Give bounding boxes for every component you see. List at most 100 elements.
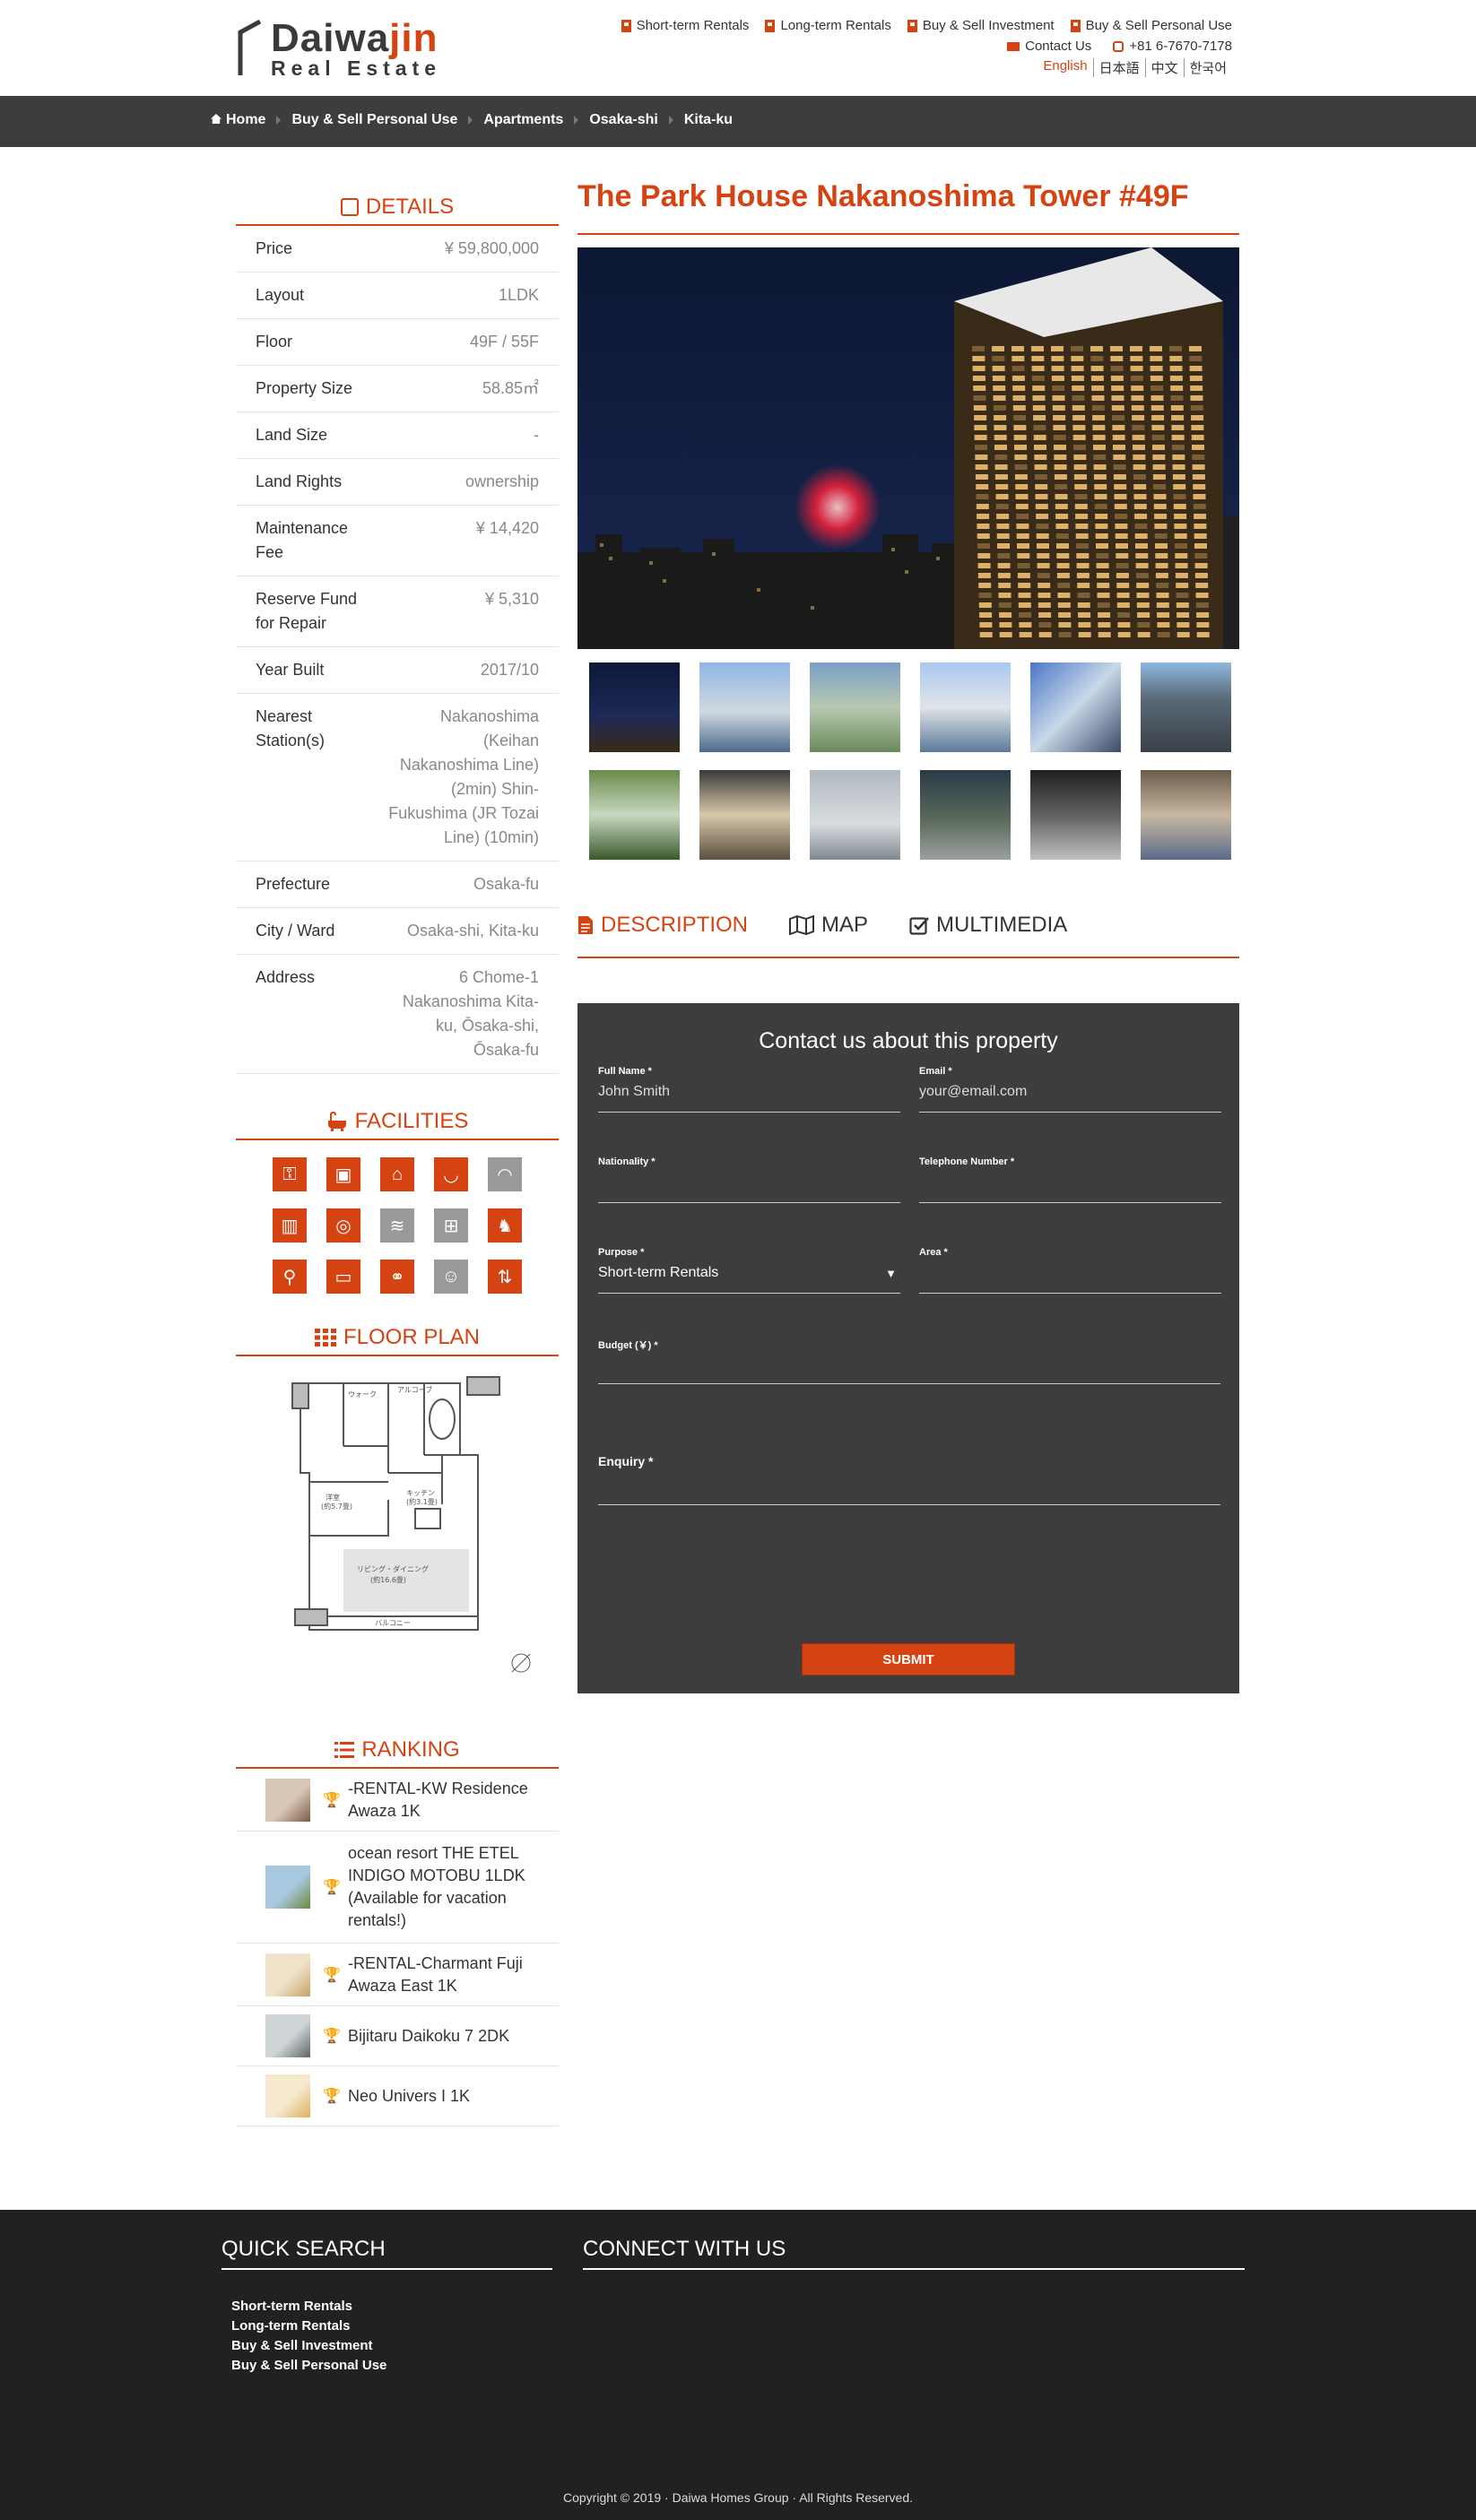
contact-form-heading: Contact us about this property: [759, 1028, 1058, 1053]
detail-label: Layout: [256, 286, 305, 304]
svg-text:アルコーブ: アルコーブ: [397, 1385, 432, 1394]
logo-subtitle: Real Estate: [271, 56, 442, 80]
ranking-title: -RENTAL-KW Residence Awaza 1K: [348, 1779, 528, 1820]
air-conditioner-icon: ≋: [380, 1208, 414, 1243]
email-field[interactable]: Email * your@email.com: [919, 1066, 1221, 1113]
lang-japanese[interactable]: 日本語: [1092, 58, 1145, 77]
ranking-item[interactable]: 🏆 -RENTAL-KW Residence Awaza 1K: [236, 1769, 559, 1832]
floor-plan-image[interactable]: リビング・ダイニング (約16.6畳) 洋室 (約5.7畳) キッチン (約3.…: [236, 1356, 559, 1706]
contact-form: Contact us about this property Full Name…: [577, 1003, 1239, 1693]
ranking-item[interactable]: 🏆 Neo Univers I 1K: [236, 2066, 559, 2126]
ranking-title: Neo Univers I 1K: [348, 2086, 471, 2105]
area-field[interactable]: Area *: [919, 1247, 1221, 1294]
washing-machine-icon: ◎: [326, 1208, 360, 1243]
detail-label: Land Rights: [256, 472, 343, 490]
ranking-thumbnail: [265, 1866, 310, 1909]
detail-label: Reserve Fund for Repair: [256, 590, 358, 632]
detail-row: Address 6 Chome-1 Nakanoshima Kita-ku, Ōs…: [236, 955, 559, 1074]
tab-map[interactable]: MAP: [789, 912, 868, 939]
tab-multimedia[interactable]: MULTIMEDIA: [909, 912, 1067, 939]
quick-search-list: Short-term Rentals Long-term Rentals Buy…: [221, 2297, 552, 2376]
breadcrumb-home[interactable]: Home: [211, 112, 265, 128]
photo-thumbnail[interactable]: [699, 770, 790, 860]
breadcrumb-buy-sell-personal[interactable]: Buy & Sell Personal Use: [291, 112, 457, 128]
photo-thumbnail[interactable]: [589, 662, 680, 752]
bookmark-icon: [621, 19, 631, 32]
contact-row: Contact Us +81 6-7670-7178: [1007, 39, 1232, 54]
site-logo[interactable]: Daiwajin Real Estate: [235, 16, 486, 80]
photo-thumbnail[interactable]: [1141, 770, 1231, 860]
check-square-icon: [340, 198, 359, 216]
quick-search-section: QUICK SEARCH Short-term Rentals Long-ter…: [221, 2237, 552, 2376]
footer-link-long-term[interactable]: Long-term Rentals: [231, 2316, 552, 2336]
ranking-item[interactable]: 🏆 Bijitaru Daikoku 7 2DK: [236, 2006, 559, 2066]
photo-thumbnail[interactable]: [589, 770, 680, 860]
breadcrumb-separator-icon: [668, 116, 673, 125]
detail-label: Maintenance Fee: [256, 519, 349, 561]
detail-row: Nearest Station(s) Nakanoshima (Keihan Na…: [236, 694, 559, 862]
breadcrumb-apartments[interactable]: Apartments: [483, 112, 563, 128]
phone-link[interactable]: +81 6-7670-7178: [1113, 39, 1232, 54]
contact-us-link[interactable]: Contact Us: [1007, 39, 1091, 54]
copyright: Copyright © 2019 · Daiwa Homes Group · A…: [562, 2490, 914, 2505]
full-name-field[interactable]: Full Name * John Smith: [598, 1066, 900, 1113]
check-square-icon: [909, 915, 929, 935]
trophy-icon: 🏆: [323, 1880, 341, 1895]
footer-link-investment[interactable]: Buy & Sell Investment: [231, 2336, 552, 2356]
detail-label: Floor: [256, 333, 293, 351]
details-heading: DETAILS: [236, 190, 559, 226]
property-tabs: DESCRIPTION MAP MULTIMEDIA: [577, 912, 1239, 958]
ranking-title: Bijitaru Daikoku 7 2DK: [348, 2026, 510, 2045]
ranking-item[interactable]: 🏆 -RENTAL-Charmant Fuji Awaza East 1K: [236, 1944, 559, 2006]
map-icon: [789, 915, 815, 935]
lang-korean[interactable]: 한국어: [1183, 58, 1232, 77]
phone-icon: [1113, 40, 1124, 52]
photo-thumbnail[interactable]: [1030, 662, 1121, 752]
detail-row: City / Ward Osaka-shi, Kita-ku: [236, 908, 559, 955]
svg-text:バルコニー: バルコニー: [375, 1619, 411, 1627]
ranking-item[interactable]: 🏆 ocean resort THE ETEL INDIGO MOTOBU 1LD…: [236, 1832, 559, 1944]
property-main-photo[interactable]: [577, 247, 1239, 649]
breadcrumb-kita-ku[interactable]: Kita-ku: [684, 112, 733, 128]
photo-thumbnail[interactable]: [1030, 770, 1121, 860]
motorcycle-parking-icon: ⚭: [380, 1260, 414, 1294]
photo-thumbnail[interactable]: [920, 662, 1011, 752]
detail-value: -: [534, 426, 539, 444]
photo-thumbnail[interactable]: [810, 770, 900, 860]
nav-long-term-rentals[interactable]: Long-term Rentals: [765, 18, 891, 33]
detail-value: ¥ 59,800,000: [444, 239, 539, 257]
breadcrumb-osaka-shi[interactable]: Osaka-shi: [589, 112, 657, 128]
svg-text:洋室: 洋室: [326, 1493, 340, 1502]
detail-value: 6 Chome-1 Nakanoshima Kita-ku, Ōsaka-shi…: [402, 968, 539, 1059]
detail-value: ¥ 5,310: [484, 590, 539, 608]
detail-value: 49F / 55F: [469, 333, 539, 351]
bookmark-icon: [1070, 19, 1081, 32]
bookmark-icon: [907, 19, 917, 32]
detail-label: Prefecture: [256, 875, 331, 893]
footer-link-short-term[interactable]: Short-term Rentals: [231, 2297, 552, 2316]
logo-mark-icon: [238, 20, 262, 75]
enquiry-field[interactable]: Enquiry *: [598, 1454, 1220, 1505]
document-icon: [577, 915, 594, 935]
svg-text:リビング・ダイニング: リビング・ダイニング: [357, 1564, 429, 1573]
photo-thumbnail[interactable]: [1141, 662, 1231, 752]
photo-thumbnail[interactable]: [810, 662, 900, 752]
kitchen-sink-icon: ⌂: [380, 1157, 414, 1191]
purpose-select[interactable]: Purpose * Short-term Rentals ▼: [598, 1247, 900, 1294]
nav-buy-sell-personal-use[interactable]: Buy & Sell Personal Use: [1070, 18, 1232, 33]
detail-value: ownership: [465, 472, 539, 490]
photo-thumbnail[interactable]: [920, 770, 1011, 860]
intercom-icon: ▣: [326, 1157, 360, 1191]
nav-buy-sell-investment[interactable]: Buy & Sell Investment: [907, 18, 1055, 33]
nav-short-term-rentals[interactable]: Short-term Rentals: [621, 18, 749, 33]
site-header: Daiwajin Real Estate Short-term Rentals …: [0, 0, 1476, 96]
budget-field[interactable]: Budget (￥) *: [598, 1338, 1220, 1384]
lang-chinese[interactable]: 中文: [1144, 58, 1184, 77]
submit-button[interactable]: SUBMIT: [802, 1643, 1015, 1676]
footer-link-personal-use[interactable]: Buy & Sell Personal Use: [231, 2356, 552, 2376]
photo-thumbnail[interactable]: [699, 662, 790, 752]
lang-english[interactable]: English: [1038, 58, 1092, 77]
telephone-field[interactable]: Telephone Number *: [919, 1156, 1221, 1203]
tab-description[interactable]: DESCRIPTION: [577, 912, 748, 939]
nationality-field[interactable]: Nationality *: [598, 1156, 900, 1203]
